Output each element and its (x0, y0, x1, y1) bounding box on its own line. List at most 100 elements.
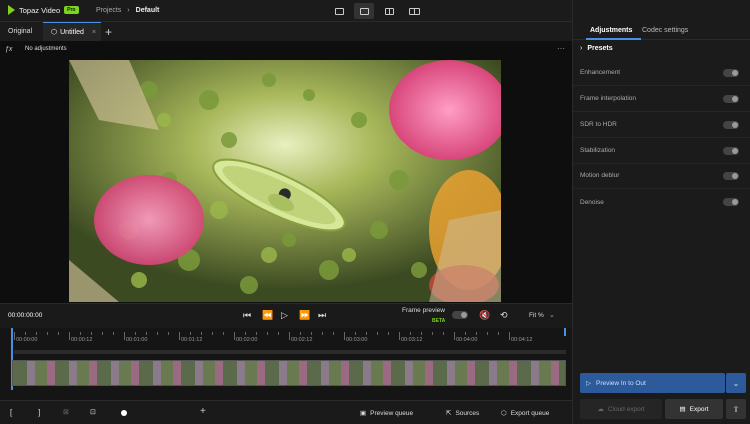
cloud-export-label: Cloud export (607, 405, 645, 413)
enhancement-toggle[interactable] (723, 68, 739, 77)
presets-header[interactable]: › Presets (580, 45, 613, 52)
export-button[interactable]: ▤ Export (665, 399, 723, 419)
motion-deblur-toggle[interactable] (723, 171, 739, 180)
set-out-point-button[interactable]: ] (38, 408, 40, 417)
row-stabilization[interactable]: Stabilization (573, 138, 750, 164)
timeline-tick-label: 00:00:12 (71, 337, 93, 343)
video-clip-thumbnails[interactable] (12, 360, 566, 386)
adjustments-status: No adjustments (25, 46, 67, 52)
timeline-minor-tick (465, 332, 466, 335)
timeline-minor-tick (498, 332, 499, 335)
row-denoise[interactable]: Denoise (573, 189, 750, 215)
timeline-tick-label: 00:03:00 (346, 337, 368, 343)
chevron-right-icon: › (580, 45, 583, 52)
preview-options-dropdown[interactable]: ⌄ (726, 373, 746, 393)
preview-queue-button[interactable]: ▣ Preview queue (360, 409, 413, 418)
lily-pond-boat-image (69, 60, 501, 302)
timeline-tick (124, 332, 125, 340)
more-options-icon[interactable]: ··· (557, 44, 565, 53)
timeline-minor-tick (102, 332, 103, 335)
timeline-tick-label: 00:02:00 (236, 337, 258, 343)
timeline-ruler[interactable]: 00:00:00 00:00:12 00:01:00 00:01:12 00:02:00… (0, 328, 572, 348)
adjustments-panel: Adjustments Codec settings › Presets Enh… (572, 0, 750, 424)
adjustments-fx-icon[interactable]: ƒx (5, 46, 12, 53)
video-frame (69, 60, 501, 302)
timeline-tick (289, 332, 290, 340)
frame-interpolation-label: Frame interpolation (580, 95, 636, 102)
timeline-tick (344, 332, 345, 340)
zoom-select[interactable]: Fit % (529, 312, 544, 319)
preview-queue-icon: ▣ (360, 410, 367, 417)
skip-start-icon[interactable]: ⏮ (243, 310, 251, 321)
view-single-original-button[interactable] (329, 3, 349, 19)
range-select-icon[interactable]: ⊡ (90, 408, 96, 416)
tab-original[interactable]: Original (0, 22, 40, 41)
view-single-icon (359, 7, 369, 15)
row-sdr-to-hdr[interactable]: SDR to HDR (573, 112, 750, 138)
beta-badge: BETA (432, 318, 446, 324)
timeline-minor-tick (190, 332, 191, 335)
timeline-minor-tick (80, 332, 81, 335)
tab-adjustments[interactable]: Adjustments (590, 27, 632, 34)
set-in-point-button[interactable]: [ (10, 408, 12, 417)
tab-codec-settings[interactable]: Codec settings (642, 27, 688, 34)
timeline-minor-tick (47, 332, 48, 335)
timeline-minor-tick (322, 332, 323, 335)
step-back-icon[interactable]: ⏪ (262, 310, 273, 321)
out-marker[interactable] (564, 328, 566, 336)
step-forward-icon[interactable]: ⏩ (299, 310, 310, 321)
add-tab-icon[interactable]: + (105, 25, 112, 39)
timeline-minor-tick (256, 332, 257, 335)
view-split-button[interactable] (379, 3, 399, 19)
zoom-in-icon[interactable]: + (200, 406, 206, 417)
sources-button[interactable]: ⇱ Sources (446, 409, 479, 418)
export-queue-button[interactable]: ⬡ Export queue (501, 409, 549, 418)
breadcrumb: Projects › Default (96, 7, 159, 14)
chevron-down-icon[interactable]: ⌄ (549, 311, 555, 319)
timeline[interactable]: 00:00:00 00:00:12 00:01:00 00:01:12 00:02:00… (0, 328, 572, 400)
frame-preview-toggle[interactable] (452, 311, 468, 319)
share-button[interactable]: ⇪ (726, 399, 746, 419)
active-tab-indicator (586, 38, 641, 40)
zoom-slider-handle[interactable] (121, 410, 127, 416)
cloud-export-button[interactable]: ☁ Cloud export (580, 399, 662, 419)
denoise-toggle[interactable] (723, 198, 739, 206)
breadcrumb-projects[interactable]: Projects (96, 7, 121, 14)
view-split-icon (384, 7, 394, 15)
timeline-tick-label: 00:00:00 (16, 337, 38, 343)
view-side-by-side-button[interactable] (404, 3, 424, 19)
timeline-minor-tick (245, 332, 246, 335)
frame-interpolation-toggle[interactable] (723, 94, 739, 103)
preview-in-out-button[interactable]: ▷ Preview In to Out (580, 373, 725, 393)
stabilization-toggle[interactable] (723, 146, 739, 155)
row-frame-interpolation[interactable]: Frame interpolation (573, 86, 750, 112)
play-icon[interactable]: ▷ (281, 310, 288, 321)
skip-end-icon[interactable]: ⏭ (318, 310, 326, 321)
timeline-tick-label: 00:02:12 (291, 337, 313, 343)
view-side-by-side-icon (408, 7, 420, 15)
timeline-minor-tick (135, 332, 136, 335)
loop-icon[interactable]: ⟲ (500, 310, 508, 321)
row-motion-deblur[interactable]: Motion deblur (573, 163, 750, 189)
row-enhancement[interactable]: Enhancement (573, 60, 750, 86)
timeline-minor-tick (421, 332, 422, 335)
timeline-minor-tick (201, 332, 202, 335)
timeline-minor-tick (223, 332, 224, 335)
timeline-minor-tick (333, 332, 334, 335)
timeline-minor-tick (36, 332, 37, 335)
timeline-tick-label: 00:01:00 (126, 337, 148, 343)
sdr-to-hdr-toggle[interactable] (723, 120, 739, 129)
timeline-tick (69, 332, 70, 340)
clear-range-icon[interactable]: ⊠ (63, 408, 69, 416)
timeline-minor-tick (146, 332, 147, 335)
timeline-minor-tick (212, 332, 213, 335)
breadcrumb-current: Default (135, 7, 160, 14)
view-single-button[interactable] (354, 3, 374, 19)
timeline-minor-tick (476, 332, 477, 335)
close-tab-icon[interactable]: × (92, 29, 96, 36)
timeline-minor-tick (355, 332, 356, 335)
timecode[interactable]: 00:00:00:00 (8, 312, 42, 319)
tab-untitled[interactable]: ⬡ Untitled × (43, 22, 101, 41)
mute-icon[interactable]: 🔇 (479, 310, 490, 321)
sdr-to-hdr-label: SDR to HDR (580, 121, 617, 128)
